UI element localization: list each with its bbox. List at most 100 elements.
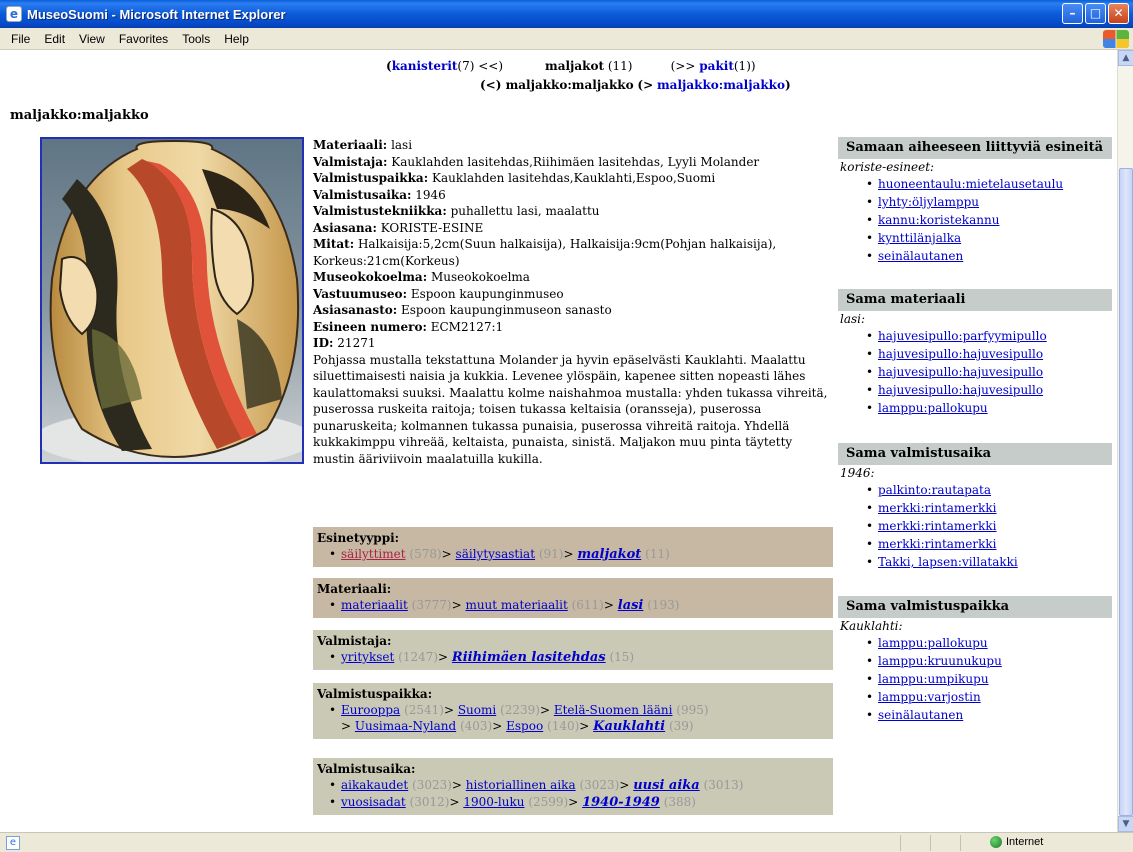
- sidebar-heading: Samaan aiheeseen liittyviä esineitä: [838, 137, 1112, 159]
- menu-view[interactable]: View: [72, 32, 112, 46]
- category-link[interactable]: Etelä-Suomen lääni: [554, 703, 673, 717]
- category-count: (91): [538, 547, 564, 561]
- detail-row: Asiasanasto: Espoon kaupunginmuseon sana…: [313, 303, 612, 317]
- category-link[interactable]: Suomi: [458, 703, 496, 717]
- window-controls: – □ ✕: [1062, 3, 1129, 24]
- related-link[interactable]: seinälautanen: [878, 708, 963, 722]
- related-link[interactable]: merkki:rintamerkki: [878, 501, 997, 515]
- related-link[interactable]: lamppu:umpikupu: [878, 672, 989, 686]
- scroll-down-icon[interactable]: ▼: [1118, 816, 1133, 832]
- category-link[interactable]: Espoo: [506, 719, 543, 733]
- same-time-box: Sama valmistusaika 1946: palkinto:rautap…: [838, 443, 1112, 571]
- status-bar: e Internet: [0, 832, 1133, 852]
- detail-row: Mitat: Halkaisija:5,2cm(Suun halkaisija)…: [313, 237, 777, 268]
- related-link[interactable]: huoneentaulu:mietelausetaulu: [878, 177, 1063, 191]
- related-link[interactable]: lamppu:pallokupu: [878, 401, 988, 415]
- zone-label: Internet: [1006, 836, 1044, 848]
- category-link[interactable]: historiallinen aika: [466, 778, 576, 792]
- category-link[interactable]: säilyttimet: [341, 547, 406, 561]
- related-link[interactable]: kynttilänjalka: [878, 231, 961, 245]
- category-count: (388): [663, 795, 696, 809]
- menu-bar: File Edit View Favorites Tools Help: [0, 28, 1133, 50]
- category-link[interactable]: yritykset: [341, 650, 394, 664]
- category-link[interactable]: lasi: [618, 598, 644, 613]
- ie-icon: e: [6, 6, 22, 22]
- sidebar-heading: Sama valmistusaika: [838, 443, 1112, 465]
- vertical-scrollbar[interactable]: ▲ ▼: [1117, 50, 1133, 832]
- category-count: (2599): [528, 795, 569, 809]
- sidebar-subheading: Kauklahti:: [840, 619, 903, 633]
- next-category-link[interactable]: pakit: [699, 59, 734, 73]
- detail-row: Vastuumuseo: Espoon kaupunginmuseo: [313, 286, 564, 301]
- menu-help[interactable]: Help: [217, 32, 256, 46]
- category-count: (3023): [412, 778, 452, 792]
- category-count: (3023): [579, 778, 620, 792]
- category-link[interactable]: materiaalit: [341, 598, 408, 612]
- same-material-box: Sama materiaali lasi: hajuvesipullo:parf…: [838, 289, 1112, 417]
- menu-file[interactable]: File: [4, 32, 37, 46]
- related-link[interactable]: hajuvesipullo:hajuvesipullo: [878, 383, 1043, 397]
- related-link[interactable]: seinälautanen: [878, 249, 963, 263]
- detail-row: Materiaali: lasi: [313, 138, 413, 152]
- category-count: (611): [571, 598, 604, 612]
- related-link[interactable]: kannu:koristekannu: [878, 213, 999, 227]
- category-link[interactable]: 1940-1949: [582, 795, 660, 810]
- next-item-link[interactable]: maljakko:maljakko: [657, 78, 785, 92]
- category-count: (140): [547, 719, 580, 733]
- close-button[interactable]: ✕: [1108, 3, 1129, 24]
- category-link[interactable]: maljakot: [577, 547, 641, 562]
- next-category-count: (1)): [733, 59, 756, 73]
- category-heading: Materiaali:: [317, 582, 392, 596]
- related-link[interactable]: lamppu:varjostin: [878, 690, 981, 704]
- security-zone: Internet: [990, 836, 1043, 848]
- related-link[interactable]: hajuvesipullo:hajuvesipullo: [878, 347, 1043, 361]
- related-link[interactable]: merkki:rintamerkki: [878, 519, 997, 533]
- related-link[interactable]: merkki:rintamerkki: [878, 537, 997, 551]
- category-link[interactable]: uusi aika: [633, 778, 699, 793]
- description: Pohjassa mustalla tekstattuna Molander j…: [313, 352, 828, 466]
- scroll-thumb[interactable]: [1119, 168, 1133, 816]
- related-link[interactable]: palkinto:rautapata: [878, 483, 991, 497]
- related-link[interactable]: hajuvesipullo:parfyymipullo: [878, 329, 1047, 343]
- prev-category-link[interactable]: kanisterit: [392, 59, 458, 73]
- category-link[interactable]: muut materiaalit: [465, 598, 567, 612]
- title-bar[interactable]: e MuseoSuomi - Microsoft Internet Explor…: [0, 0, 1133, 28]
- category-link[interactable]: Riihimäen lasitehdas: [452, 650, 606, 665]
- category-link[interactable]: Eurooppa: [341, 703, 400, 717]
- related-link[interactable]: lyhty:öljylamppu: [878, 195, 979, 209]
- related-link[interactable]: hajuvesipullo:hajuvesipullo: [878, 365, 1043, 379]
- detail-row: Valmistaja: Kauklahden lasitehdas,Riihim…: [313, 154, 760, 169]
- menu-edit[interactable]: Edit: [37, 32, 72, 46]
- prev-item[interactable]: (<) maljakko:maljakko: [480, 78, 634, 92]
- object-details: Materiaali: lasi Valmistaja: Kauklahden …: [313, 137, 837, 467]
- category-esinetyyppi: Esinetyyppi: säilyttimet (578)> säilytys…: [313, 527, 833, 567]
- page-title: maljakko:maljakko: [10, 108, 149, 123]
- scroll-up-icon[interactable]: ▲: [1118, 50, 1133, 66]
- related-link[interactable]: lamppu:kruunukupu: [878, 654, 1002, 668]
- category-heading: Valmistuspaikka:: [317, 687, 433, 701]
- category-link[interactable]: 1900-luku: [463, 795, 524, 809]
- same-place-box: Sama valmistuspaikka Kauklahti: lamppu:p…: [838, 596, 1112, 724]
- detail-row: Asiasana: KORISTE-ESINE: [313, 220, 484, 235]
- category-count: (2239): [500, 703, 540, 717]
- menu-tools[interactable]: Tools: [175, 32, 217, 46]
- related-link[interactable]: Takki, lapsen:villatakki: [878, 555, 1018, 569]
- category-link[interactable]: aikakaudet: [341, 778, 408, 792]
- category-link[interactable]: säilytysastiat: [456, 547, 535, 561]
- sidebar-subheading: 1946:: [840, 466, 875, 480]
- menu-favorites[interactable]: Favorites: [112, 32, 175, 46]
- maximize-button[interactable]: □: [1085, 3, 1106, 24]
- category-count: (995): [676, 703, 709, 717]
- category-valmistaja: Valmistaja: yritykset (1247)> Riihimäen …: [313, 630, 833, 670]
- category-count: (11): [645, 547, 670, 561]
- minimize-button[interactable]: –: [1062, 3, 1083, 24]
- category-link[interactable]: Uusimaa-Nyland: [355, 719, 456, 733]
- category-count: (3012): [409, 795, 450, 809]
- category-link[interactable]: vuosisadat: [341, 795, 406, 809]
- status-divider: [900, 835, 901, 851]
- related-topic-box: Samaan aiheeseen liittyviä esineitä kori…: [838, 137, 1112, 265]
- detail-row: Museokokoelma: Museokokoelma: [313, 270, 530, 284]
- category-heading: Esinetyyppi:: [317, 531, 400, 545]
- category-link[interactable]: Kauklahti: [593, 719, 665, 734]
- related-link[interactable]: lamppu:pallokupu: [878, 636, 988, 650]
